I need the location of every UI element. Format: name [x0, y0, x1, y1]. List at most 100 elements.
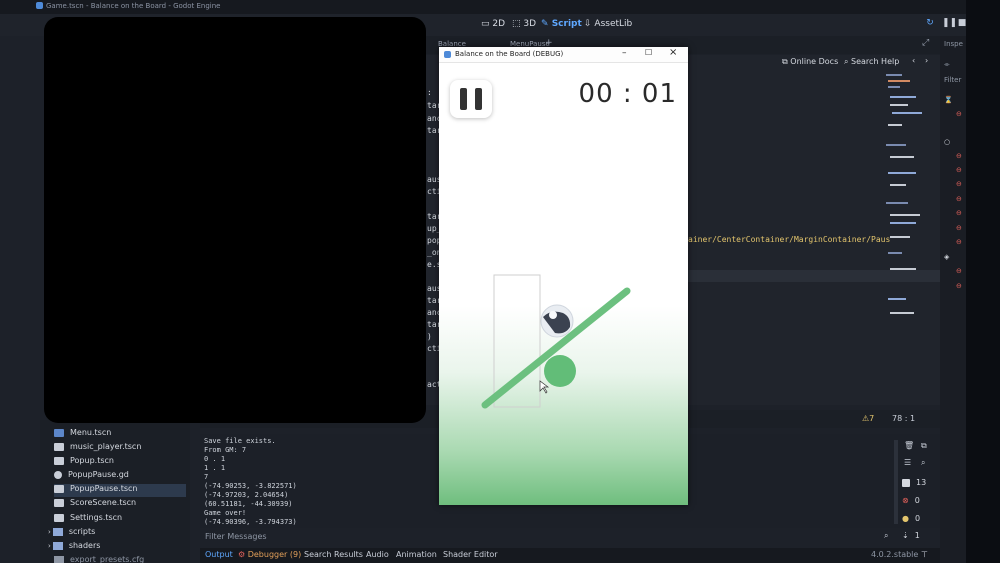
- tab-shader-editor[interactable]: Shader Editor: [443, 550, 498, 559]
- game-window-titlebar: Balance on the Board (DEBUG) – ☐ ×: [439, 47, 688, 63]
- filter-messages-placeholder: Filter Messages: [205, 532, 267, 541]
- tab-animation[interactable]: Animation: [396, 550, 437, 559]
- minimize-icon[interactable]: –: [622, 48, 627, 58]
- signal-connection-icon[interactable]: ⊖: [956, 166, 962, 174]
- tab-output[interactable]: Output: [205, 550, 233, 559]
- output-line: Save file exists.: [204, 437, 276, 445]
- online-docs-button[interactable]: ⧉ Online Docs: [782, 57, 838, 67]
- window-title: Game.tscn - Balance on the Board - Godot…: [46, 2, 221, 10]
- workspace-script-button[interactable]: ✎ Script: [541, 19, 582, 29]
- signal-connection-icon[interactable]: ⊖: [956, 267, 962, 275]
- file-item[interactable]: music_player.tscn: [54, 442, 186, 455]
- green-target-circle: [544, 355, 576, 387]
- folder-item[interactable]: › scripts: [48, 527, 180, 540]
- file-item-partial[interactable]: export_presets.cfg: [54, 555, 186, 563]
- file-name: export_presets.cfg: [70, 555, 145, 563]
- file-name: Settings.tscn: [70, 513, 123, 522]
- scene-file-icon: [54, 513, 64, 522]
- search-help-button[interactable]: ⌕ Search Help: [844, 57, 899, 67]
- file-item-selected[interactable]: PopupPause.tscn: [54, 484, 186, 497]
- search-help-label: Search Help: [851, 57, 900, 66]
- file-item[interactable]: Menu.tscn: [54, 428, 186, 441]
- game-debug-window[interactable]: Balance on the Board (DEBUG) – ☐ × 00 : …: [439, 47, 688, 505]
- workspace-3d-label: 3D: [523, 19, 537, 29]
- tab-debugger[interactable]: ⚙ Debugger (9): [238, 550, 301, 559]
- info-toggle[interactable]: ⇣ 1: [902, 531, 932, 543]
- filter-messages-input[interactable]: Filter Messages ⌕: [200, 530, 900, 544]
- stop-icon[interactable]: ■: [956, 18, 968, 30]
- inspector-title[interactable]: Inspe: [944, 40, 963, 48]
- inspector-filter[interactable]: Filter: [944, 76, 961, 84]
- error-icon: ⊗: [902, 496, 909, 505]
- signal-connection-icon[interactable]: ⊖: [956, 209, 962, 217]
- messages-toggle[interactable]: 13: [902, 478, 932, 490]
- warning-count-label: 7: [869, 414, 875, 423]
- signal-connection-icon[interactable]: ⊖: [956, 238, 962, 246]
- chevron-right-icon: ›: [48, 542, 51, 550]
- reload-icon[interactable]: ↻: [924, 18, 936, 30]
- search-icon[interactable]: ⌕: [921, 458, 925, 468]
- scene-file-icon: [54, 428, 64, 437]
- online-docs-label: Online Docs: [790, 57, 839, 66]
- bottom-panel-toggle-icon[interactable]: ⊤: [921, 550, 928, 559]
- mouse-cursor-icon: [539, 380, 550, 394]
- folder-name: scripts: [68, 527, 96, 536]
- file-name: Menu.tscn: [70, 428, 112, 437]
- output-scrollbar[interactable]: [894, 440, 898, 524]
- trash-icon[interactable]: 🗑: [904, 441, 914, 450]
- copy-icon[interactable]: ⧉: [921, 441, 927, 451]
- warnings-toggle[interactable]: ● 0: [902, 514, 932, 526]
- search-icon: ⌕: [884, 531, 889, 540]
- warning-count[interactable]: ⚠7: [862, 414, 874, 423]
- folder-item[interactable]: › shaders: [48, 541, 180, 554]
- output-line: From GM: 7: [204, 446, 247, 454]
- output-line: 1 . 1: [204, 464, 226, 472]
- cursor-position: 78 : 1: [892, 414, 916, 423]
- tab-debugger-label: Debugger (9): [247, 550, 302, 559]
- signal-connection-icon[interactable]: ⊖: [956, 152, 962, 160]
- workspace-2d-button[interactable]: ▭ 2D: [481, 19, 505, 29]
- pause-icon[interactable]: ❚❚: [942, 18, 957, 30]
- code-line: :: [427, 88, 432, 97]
- signal-connection-icon[interactable]: ⊖: [956, 282, 962, 290]
- signal-connection-icon[interactable]: ⊖: [956, 110, 962, 118]
- bottom-panel-tabs: Output ⚙ Debugger (9) Search Results Aud…: [200, 548, 940, 563]
- node-icon: ○: [944, 138, 951, 146]
- prev-script-icon[interactable]: ‹: [912, 56, 915, 65]
- version-label: 4.0.2.stable: [871, 550, 919, 559]
- file-item[interactable]: PopupPause.gd: [54, 470, 186, 483]
- close-icon[interactable]: ×: [669, 47, 677, 58]
- next-script-icon[interactable]: ›: [925, 56, 928, 65]
- inspector-panel: [940, 36, 966, 563]
- workspace-assetlib-button[interactable]: ⇩ AssetLib: [584, 19, 632, 29]
- errors-toggle[interactable]: ⊗ 0: [902, 496, 932, 508]
- debugger-error-icon: ⚙: [238, 550, 248, 559]
- tab-search-results[interactable]: Search Results: [304, 550, 363, 559]
- expand-icon[interactable]: ⤢: [922, 38, 929, 48]
- signal-connection-icon[interactable]: ⊖: [956, 224, 962, 232]
- folder-icon: [52, 541, 63, 550]
- maximize-icon[interactable]: ☐: [645, 48, 652, 57]
- signal-connection-icon[interactable]: ⊖: [956, 195, 962, 203]
- code-minimap[interactable]: [884, 72, 924, 322]
- code-line: ): [427, 332, 432, 341]
- message-icon: [902, 478, 910, 487]
- game-viewport[interactable]: 00 : 01: [439, 63, 688, 505]
- warning-icon: ●: [902, 514, 909, 523]
- file-item[interactable]: ScoreScene.tscn: [54, 498, 186, 511]
- tab-audio[interactable]: Audio: [366, 550, 389, 559]
- black-overlay: [44, 17, 426, 423]
- output-line: 0 . 1: [204, 455, 226, 463]
- signal-connection-icon[interactable]: ⊖: [956, 180, 962, 188]
- file-item[interactable]: Popup.tscn: [54, 456, 186, 469]
- game-scene-graphics: [481, 274, 631, 409]
- godot-logo-icon: [444, 51, 451, 58]
- signal-icon[interactable]: ⌯: [944, 60, 950, 69]
- screen-edge-strip: [966, 0, 1000, 563]
- filter-lines-icon[interactable]: ☰: [904, 458, 911, 467]
- info-count: 1: [914, 531, 920, 540]
- workspace-3d-button[interactable]: ⬚ 3D: [512, 19, 536, 29]
- game-window-title: Balance on the Board (DEBUG): [455, 50, 564, 58]
- file-item[interactable]: Settings.tscn: [54, 513, 186, 526]
- workspace-assetlib-label: AssetLib: [594, 19, 633, 29]
